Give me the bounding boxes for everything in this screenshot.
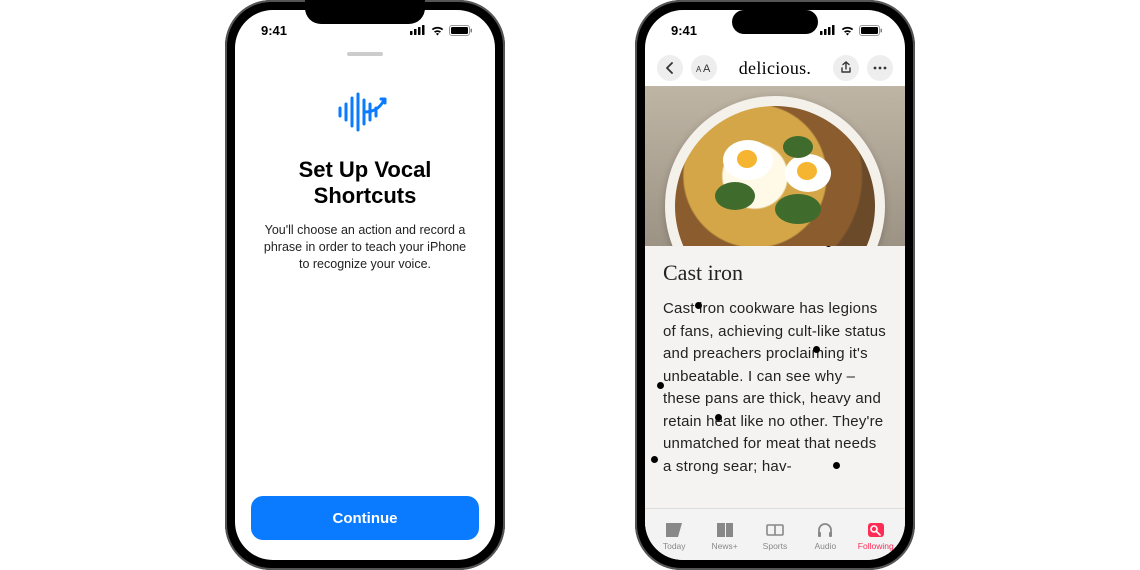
screen-news-article: 9:41 AA deli (645, 10, 905, 560)
setup-title: Set Up Vocal Shortcuts (259, 157, 471, 210)
tab-today[interactable]: Today (650, 520, 698, 551)
vocal-shortcuts-content: Set Up Vocal Shortcuts You'll choose an … (235, 56, 495, 496)
setup-footer: Continue (235, 496, 495, 560)
continue-button[interactable]: Continue (251, 496, 479, 540)
article-nav-bar: AA delicious. (645, 50, 905, 86)
iphone-mockup-right: 9:41 AA deli (635, 0, 915, 570)
svg-text:A: A (696, 65, 702, 74)
notch (305, 0, 425, 24)
svg-text:A: A (703, 63, 711, 74)
article-body[interactable]: Cast iron Cast iron cookware has legions… (645, 246, 905, 508)
tab-following[interactable]: Following (852, 520, 900, 551)
screen-vocal-shortcuts: 9:41 (235, 10, 495, 560)
article-hero-image (645, 86, 905, 246)
dynamic-island (732, 10, 818, 34)
wifi-icon (430, 25, 445, 36)
tab-sports[interactable]: Sports (751, 520, 799, 551)
tab-audio[interactable]: Audio (801, 520, 849, 551)
battery-icon (859, 25, 883, 36)
status-icons (410, 25, 473, 36)
gaze-dot (715, 414, 722, 421)
tab-bar: Today News+ Sports Audio Following (645, 508, 905, 560)
article-title: Cast iron (663, 260, 887, 286)
wifi-icon (840, 25, 855, 36)
text-size-button[interactable]: AA (691, 55, 717, 81)
tab-label: Audio (814, 541, 836, 551)
tab-label: News+ (711, 541, 737, 551)
article-text: Cast iron cookware has legions of fans, … (663, 298, 887, 478)
tab-label: Sports (763, 541, 788, 551)
battery-icon (449, 25, 473, 36)
share-button[interactable] (833, 55, 859, 81)
gaze-dot (657, 382, 664, 389)
status-icons (820, 25, 883, 36)
setup-description: You'll choose an action and record a phr… (259, 222, 471, 273)
gaze-dot (813, 346, 820, 353)
iphone-mockup-left: 9:41 (225, 0, 505, 570)
publication-brand[interactable]: delicious. (739, 58, 812, 79)
gaze-dot (651, 456, 658, 463)
gaze-dot (695, 302, 702, 309)
status-time: 9:41 (261, 23, 287, 38)
tab-label: Today (663, 541, 686, 551)
gaze-dot (833, 462, 840, 469)
status-time: 9:41 (671, 23, 697, 38)
cellular-signal-icon (410, 25, 426, 35)
back-button[interactable] (657, 55, 683, 81)
tab-newsplus[interactable]: News+ (701, 520, 749, 551)
tab-label: Following (858, 541, 894, 551)
gaze-dot (825, 246, 832, 247)
voice-waveform-icon (336, 90, 394, 139)
more-button[interactable] (867, 55, 893, 81)
cellular-signal-icon (820, 25, 836, 35)
